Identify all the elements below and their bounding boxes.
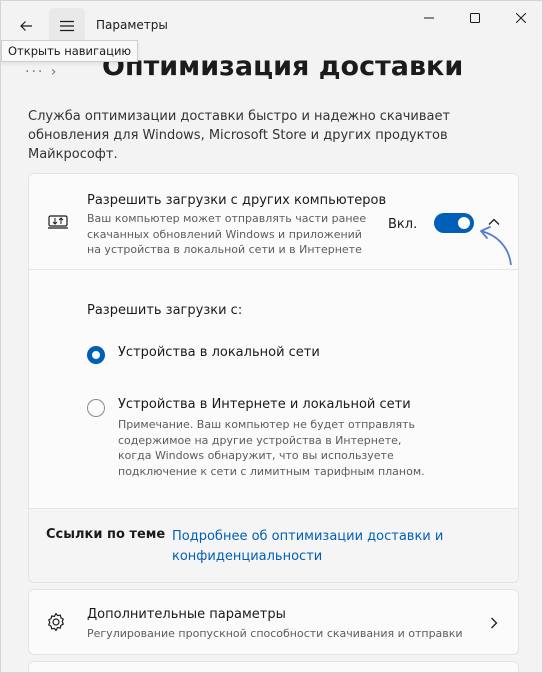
radio-internet-note: Примечание. Ваш компьютер не будет отпра…: [118, 418, 425, 478]
allow-downloads-description: Ваш компьютер может отправлять части ран…: [87, 212, 367, 256]
settings-window: Параметры Открыть навигацию ··· › Оптими…: [0, 0, 543, 673]
allow-downloads-header[interactable]: Разрешить загрузки с других компьютеров …: [29, 174, 518, 270]
radio-local-network-label[interactable]: Устройства в локальной сети: [118, 345, 320, 360]
window-title: Параметры: [96, 18, 168, 32]
advanced-options-title: Дополнительные параметры: [87, 607, 286, 622]
gear-icon: [48, 612, 64, 632]
radio-internet-and-local-label[interactable]: Устройства в Интернете и локальной сети: [118, 397, 411, 412]
navigation-tooltip: Открыть навигацию: [1, 40, 139, 62]
minimize-button[interactable]: [406, 1, 452, 35]
delivery-optimization-icon: [48, 215, 68, 229]
allow-downloads-card: Разрешить загрузки с других компьютеров …: [28, 173, 519, 583]
breadcrumb-fragment: ··· ›: [25, 64, 59, 80]
radio-local-network[interactable]: [87, 346, 105, 364]
related-links-section: Ссылки по теме Подробнее об оптимизации …: [29, 508, 518, 582]
close-button[interactable]: [498, 1, 542, 35]
page-description: Служба оптимизации доставки быстро и над…: [28, 109, 451, 162]
related-links-label: Ссылки по теме: [46, 527, 166, 542]
allow-downloads-title: Разрешить загрузки с других компьютеров: [87, 193, 387, 208]
navigation-menu-button[interactable]: [49, 8, 85, 44]
hamburger-icon: [60, 20, 74, 32]
advanced-options-card[interactable]: Дополнительные параметры Регулирование п…: [28, 589, 519, 655]
minimize-icon: [424, 17, 434, 19]
privacy-info-link[interactable]: Подробнее об оптимизации доставки и конф…: [172, 527, 462, 567]
next-settings-card[interactable]: [28, 661, 519, 672]
allow-from-label: Разрешить загрузки с:: [87, 303, 243, 318]
radio-internet-and-local[interactable]: [87, 399, 105, 417]
close-icon: [516, 13, 526, 23]
annotation-arrow-icon: [480, 226, 512, 266]
maximize-button[interactable]: [452, 1, 498, 35]
page-title: Оптимизация доставки: [102, 51, 464, 82]
advanced-options-description: Регулирование пропускной способности ска…: [87, 627, 463, 640]
back-button[interactable]: [8, 8, 44, 44]
maximize-icon: [470, 13, 480, 23]
toggle-state-label: Вкл.: [388, 217, 418, 232]
back-arrow-icon: [20, 21, 32, 31]
chevron-right-icon: [491, 617, 498, 629]
